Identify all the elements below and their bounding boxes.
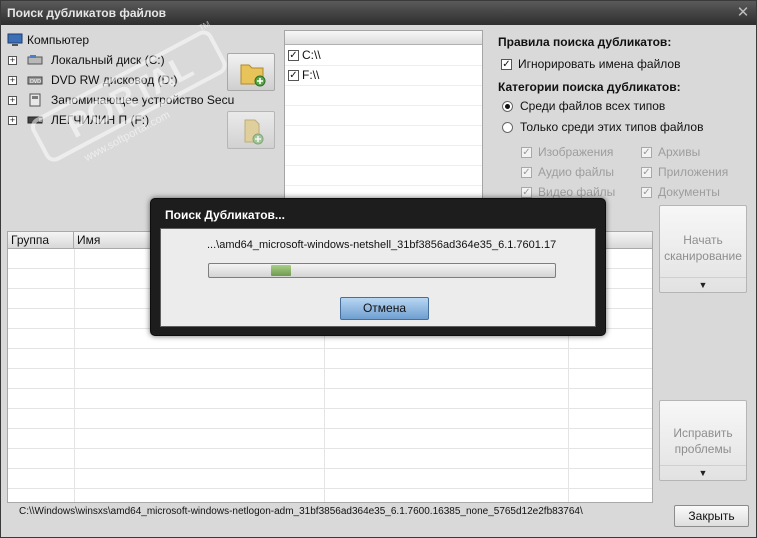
- storage-device-icon: [29, 93, 41, 107]
- close-icon[interactable]: ✕: [736, 1, 750, 25]
- dvd-drive-icon: DVD: [27, 76, 43, 85]
- table-row[interactable]: [8, 369, 652, 389]
- column-header-group[interactable]: Группа: [8, 232, 74, 249]
- type-checkbox[interactable]: ✓: [641, 167, 652, 178]
- cancel-button[interactable]: Отмена: [340, 297, 429, 320]
- chevron-down-icon[interactable]: ▼: [660, 465, 746, 480]
- expand-icon[interactable]: +: [8, 56, 17, 65]
- title-bar: Поиск дубликатов файлов ✕: [1, 1, 756, 25]
- table-row[interactable]: [8, 429, 652, 449]
- type-label: Видео файлы: [538, 185, 616, 199]
- tree-root-label: Компьютер: [27, 33, 90, 47]
- chevron-down-icon[interactable]: ▼: [660, 277, 746, 292]
- categories-title: Категории поиска дубликатов:: [498, 80, 681, 94]
- type-label: Изображения: [538, 145, 614, 159]
- type-label: Приложения: [658, 165, 729, 179]
- folder-tree: Компьютер + Локальный диск (C:) + DVD DV…: [5, 30, 234, 200]
- type-checkbox[interactable]: ✓: [521, 147, 532, 158]
- radio-button[interactable]: [502, 122, 513, 133]
- radio-all-label: Среди файлов всех типов: [520, 99, 666, 113]
- dialog-title: Поиск Дубликатов...: [165, 208, 285, 222]
- drive-label: ЛЕГЧИЛИН П (F:): [51, 113, 150, 127]
- window-title: Поиск дубликатов файлов: [7, 6, 167, 20]
- table-row[interactable]: [8, 449, 652, 469]
- folder-add-icon: [240, 64, 266, 87]
- empty-row: [285, 126, 482, 146]
- list-header: [285, 31, 482, 45]
- search-paths-list: ✓ C:\\ ✓ F:\\: [284, 30, 483, 200]
- start-scan-button[interactable]: Начать сканирование ▼: [659, 205, 747, 293]
- scan-progress-dialog: Поиск Дубликатов... ...\amd64_microsoft-…: [150, 198, 606, 336]
- computer-icon: [7, 33, 23, 46]
- empty-row: [285, 146, 482, 166]
- type-checkbox[interactable]: ✓: [641, 147, 652, 158]
- drive-label: DVD RW дисковод (D:): [51, 73, 178, 87]
- path-item[interactable]: ✓ F:\\: [285, 66, 482, 86]
- table-row[interactable]: [8, 389, 652, 409]
- add-file-button[interactable]: [227, 111, 275, 149]
- scan-progress-bar: [208, 263, 556, 278]
- type-label: Документы: [658, 185, 720, 199]
- path-item[interactable]: ✓ C:\\: [285, 46, 482, 66]
- type-checkbox[interactable]: ✓: [521, 187, 532, 198]
- table-row[interactable]: [8, 349, 652, 369]
- table-row[interactable]: [8, 409, 652, 429]
- ignore-names-checkbox[interactable]: ✓: [501, 59, 512, 70]
- fix-problems-label: Исправить проблемы: [673, 426, 733, 456]
- expand-icon[interactable]: +: [8, 76, 17, 85]
- main-window: Поиск дубликатов файлов ✕ Компьютер + Ло…: [0, 0, 757, 538]
- path-checkbox[interactable]: ✓: [288, 50, 299, 61]
- usb-drive-icon: [27, 116, 43, 124]
- hard-drive-icon: [27, 55, 43, 65]
- drive-label: Локальный диск (C:): [51, 53, 165, 67]
- close-button[interactable]: Закрыть: [674, 505, 749, 527]
- type-label: Архивы: [658, 145, 701, 159]
- table-row[interactable]: [8, 469, 652, 489]
- start-scan-label: Начать сканирование: [664, 233, 742, 263]
- drive-label: Запоминающее устройство Secu: [51, 93, 235, 107]
- type-label: Аудио файлы: [538, 165, 615, 179]
- status-path: C:\\Windows\winsxs\amd64_microsoft-windo…: [19, 506, 583, 517]
- ignore-names-label: Игнорировать имена файлов: [518, 57, 681, 71]
- radio-only-label: Только среди этих типов файлов: [520, 120, 704, 134]
- path-checkbox[interactable]: ✓: [288, 70, 299, 81]
- add-folder-button[interactable]: [227, 53, 275, 91]
- expand-icon[interactable]: +: [8, 116, 17, 125]
- empty-row: [285, 86, 482, 106]
- dialog-body: ...\amd64_microsoft-windows-netshell_31b…: [160, 228, 596, 327]
- svg-text:DVD: DVD: [30, 79, 41, 85]
- expand-icon[interactable]: +: [8, 96, 17, 105]
- type-checkbox[interactable]: ✓: [521, 167, 532, 178]
- rules-title: Правила поиска дубликатов:: [498, 35, 672, 49]
- radio-button[interactable]: [502, 101, 513, 112]
- current-scan-item: ...\amd64_microsoft-windows-netshell_31b…: [207, 239, 557, 251]
- empty-row: [285, 166, 482, 186]
- empty-row: [285, 106, 482, 126]
- path-label: C:\\: [302, 48, 321, 62]
- type-checkbox[interactable]: ✓: [641, 187, 652, 198]
- fix-problems-button[interactable]: Исправить проблемы ▼: [659, 400, 747, 481]
- path-label: F:\\: [302, 68, 320, 82]
- progress-indicator: [271, 265, 291, 276]
- file-add-icon: [244, 119, 264, 145]
